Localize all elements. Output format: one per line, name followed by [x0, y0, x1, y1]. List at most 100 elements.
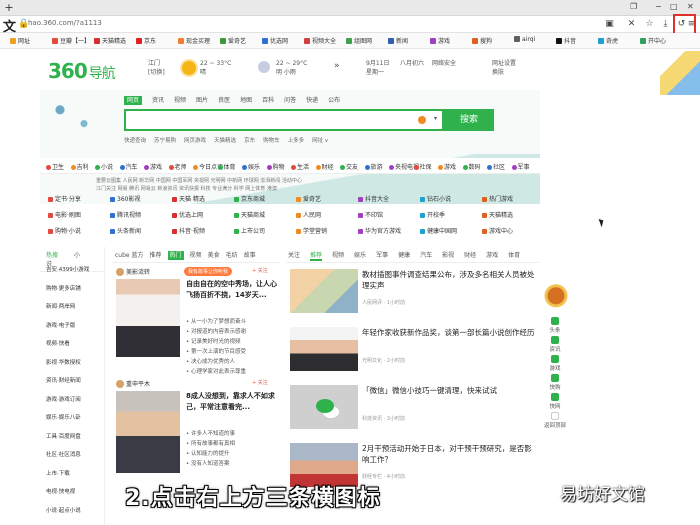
left-list-item[interactable]: 视频·快看 [46, 339, 70, 347]
card-thumbnail[interactable] [116, 279, 180, 357]
search-hint-link[interactable]: 快递查询 [124, 138, 146, 144]
site-link[interactable]: 抖音·视频 [172, 226, 205, 235]
new-tab-button[interactable]: + [2, 1, 16, 14]
site-link[interactable]: 定书·分享 [48, 194, 81, 203]
weather-tomorrow[interactable]: 22 ~ 29°C 明 小雨 [276, 59, 307, 77]
left-list-item[interactable]: 小说·起点小说 [46, 506, 81, 514]
nav-item[interactable]: 吉利 [70, 162, 89, 171]
site-link[interactable]: 人民网 [296, 210, 321, 219]
float-toolbar-item[interactable]: 快购 [541, 372, 569, 392]
search-tab[interactable]: 百科 [262, 97, 274, 104]
right-tab[interactable]: 娱乐 [354, 252, 366, 259]
bookmark-star-icon[interactable]: ☆ [644, 19, 655, 30]
close-tab-icon[interactable]: ✕ [626, 19, 637, 30]
card-bullet-link[interactable]: • 许多人不知道的事 [186, 429, 235, 437]
right-tab[interactable]: 影视 [442, 252, 454, 259]
card-bullet-link[interactable]: • 心理学家对此表示尊重 [186, 367, 246, 375]
search-tab[interactable]: 良医 [218, 97, 230, 104]
site-link[interactable]: 电影·刷图 [48, 210, 81, 219]
right-tab[interactable]: 健康 [398, 252, 410, 259]
float-toolbar-item[interactable]: 快网 [541, 391, 569, 411]
weather-today[interactable]: 22 ~ 33°C 晴 [200, 59, 231, 77]
close-window-button[interactable]: ✕ [687, 2, 694, 11]
nav-item[interactable]: 游戏 [144, 162, 162, 171]
maximize-button[interactable]: □ [670, 2, 678, 11]
nav-item[interactable]: 娱乐 [242, 162, 260, 171]
nav-item[interactable]: 数码 [462, 162, 481, 171]
site-logo[interactable]: 360 导航 [48, 59, 116, 83]
card-title[interactable]: 自由自在的空中秀场，让人心飞扬百折不挠，14岁天... [186, 279, 278, 301]
search-tab[interactable]: 网页 [124, 96, 143, 105]
search-tab[interactable]: 问答 [284, 97, 296, 104]
bookmark-item[interactable]: 网址 [10, 36, 30, 45]
bookmark-item[interactable]: 爱奇艺 [220, 36, 246, 45]
card-author[interactable]: 美影流转 [116, 267, 150, 276]
search-tab[interactable]: 视频 [174, 97, 186, 104]
mid-tab[interactable]: 热门 [167, 251, 184, 260]
bookmark-item[interactable]: 游戏 [430, 36, 450, 45]
bookmark-item[interactable]: 开中心 [640, 36, 666, 45]
bookmark-item[interactable]: 优选网 [262, 36, 288, 45]
site-link[interactable]: 华为官方游戏 [358, 226, 401, 235]
mid-tab[interactable]: 推荐 [150, 252, 162, 259]
site-link[interactable]: 360影视 [110, 194, 140, 203]
site-link[interactable]: 头条新闻 [110, 226, 141, 235]
follow-button[interactable]: + 关注 [252, 267, 268, 274]
card-bullet-link[interactable]: • 决心成为优秀的人 [186, 357, 235, 365]
left-list-item[interactable]: 上市·下载 [46, 469, 70, 477]
left-list-item[interactable]: 游戏·电子版 [46, 321, 75, 329]
search-hint-link[interactable]: 京东 [244, 138, 255, 144]
search-hint-link[interactable]: 天猫精选 [214, 138, 236, 144]
left-list-item[interactable]: 娱乐·娱乐八卦 [46, 413, 81, 421]
extension-icon[interactable]: ▣ [604, 19, 615, 30]
nav-item[interactable]: 老师 [168, 162, 187, 171]
minimize-button[interactable]: − [655, 2, 662, 11]
left-list-item[interactable]: 社区·社区消息 [46, 450, 81, 458]
site-link[interactable]: 抖音大全 [358, 194, 389, 203]
mid-tab[interactable]: 故事 [244, 252, 256, 259]
search-tab[interactable]: 公布 [328, 97, 340, 104]
site-link[interactable]: 上市公司 [234, 226, 265, 235]
left-list-item[interactable]: 新闻·两岸网 [46, 302, 75, 310]
settings-link[interactable]: 网址设置 换肤 [492, 59, 516, 77]
nav-item[interactable]: 生活 [291, 162, 309, 171]
right-tab[interactable]: 游戏 [486, 252, 498, 259]
right-tab[interactable]: 关注 [288, 252, 300, 259]
card-bullet-link[interactable]: • 认知能力的提升 [186, 449, 230, 457]
site-link[interactable]: 不印馆 [358, 210, 383, 219]
left-list-item[interactable]: 资讯·财经新闻 [46, 376, 81, 384]
card-bullet-link[interactable]: • 没有人知道答案 [186, 459, 230, 467]
search-hint-link[interactable]: 苏宁易购 [154, 138, 176, 144]
float-toolbar-item[interactable]: 头条 [541, 315, 569, 335]
nav-item[interactable]: 小说 [95, 162, 113, 171]
left-list-item[interactable]: 吉安·4399小游戏 [46, 265, 89, 273]
site-link[interactable]: 天猫精选 [482, 210, 513, 219]
notice-link[interactable]: 网络安全 [432, 59, 456, 68]
left-list-item[interactable]: 游戏·游戏订阅 [46, 395, 81, 403]
mid-tab[interactable]: 视频 [190, 252, 202, 259]
mid-tab[interactable]: 美食 [208, 252, 220, 259]
nav-item[interactable]: 旅游 [364, 162, 383, 171]
card-bullet-link[interactable]: • 从一小为了梦想而奋斗 [186, 317, 246, 325]
right-tab[interactable]: 军事 [376, 252, 388, 259]
city-selector[interactable]: 江门 [切换] [148, 59, 165, 77]
right-tab[interactable]: 汽车 [420, 252, 432, 259]
nav-item[interactable]: 社区 [487, 162, 505, 171]
nav-item[interactable]: 游戏 [438, 162, 456, 171]
mid-tab[interactable]: 毛纺 [226, 252, 238, 259]
url-input[interactable]: hao.360.com/?a1113 [28, 19, 102, 27]
card-bullet-link[interactable]: • 所有故事都有真相 [186, 439, 235, 447]
float-toolbar-item[interactable]: 游戏 [541, 353, 569, 373]
search-tab[interactable]: 图片 [196, 97, 208, 104]
site-link[interactable]: 腾讯视频 [110, 210, 141, 219]
float-toolbar-item[interactable]: 返回顶部 [541, 410, 569, 430]
site-link[interactable]: 天猫商城 [234, 210, 265, 219]
site-link[interactable]: 优选上网 [172, 210, 203, 219]
card-bullet-link[interactable]: • 第一次上演的节目感受 [186, 347, 246, 355]
site-link[interactable]: 钻石小说 [420, 194, 451, 203]
download-icon[interactable]: ⤓ [660, 19, 671, 30]
float-toolbar-item[interactable]: 资讯 [541, 334, 569, 354]
bookmark-item[interactable]: 组图网 [346, 36, 372, 45]
right-tab[interactable]: 推荐 [310, 252, 323, 261]
card-topic-pill[interactable]: 我有故事让你听我 [184, 267, 233, 276]
